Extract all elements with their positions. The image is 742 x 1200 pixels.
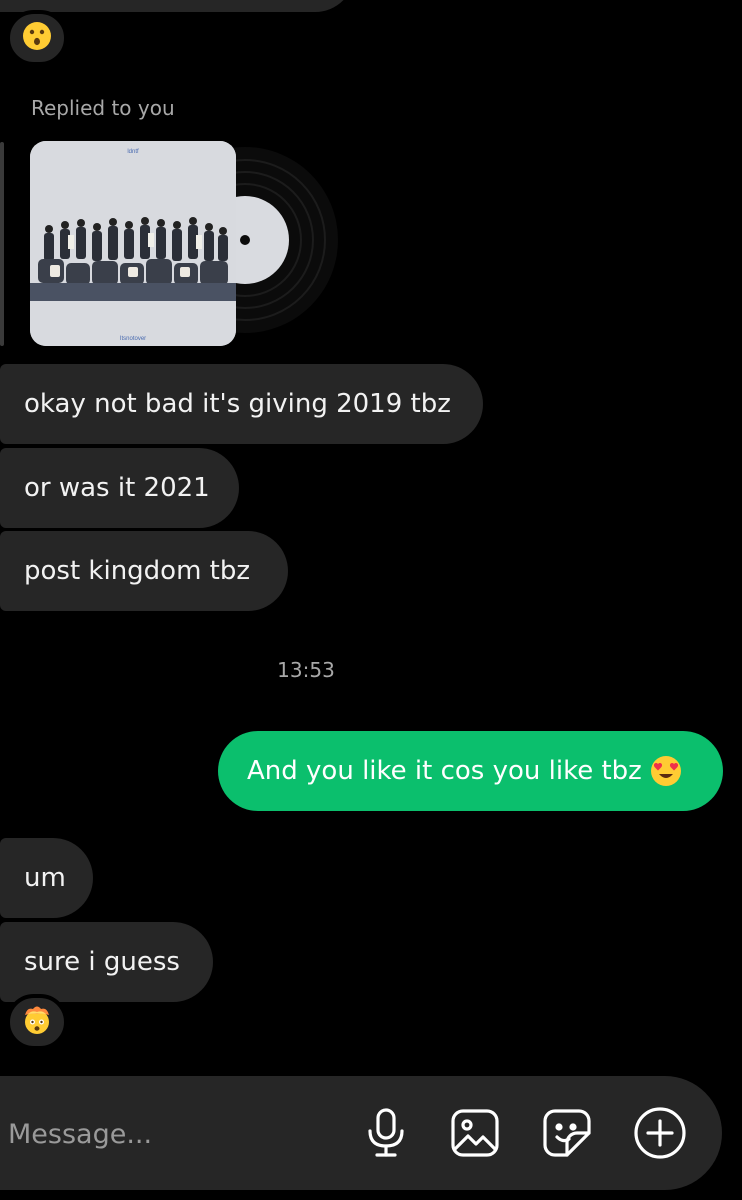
reply-indicator-bar	[0, 142, 4, 346]
previous-message-bubble[interactable]	[0, 0, 355, 12]
hushed-face-emoji-icon	[22, 21, 52, 55]
heart-eyes-emoji-icon	[650, 755, 682, 787]
message-bubble[interactable]: post kingdom tbz	[0, 531, 288, 611]
message-bubble[interactable]: okay not bad it's giving 2019 tbz	[0, 364, 483, 444]
message-composer	[0, 1076, 722, 1190]
message-text: um	[24, 863, 66, 893]
message-reaction[interactable]	[6, 994, 68, 1050]
album-bottom-text: Itsnotover	[120, 336, 146, 342]
reply-label: Replied to you	[31, 96, 175, 120]
album-top-text: ldntf	[127, 149, 139, 155]
sticker-icon[interactable]	[538, 1104, 596, 1162]
message-input[interactable]	[6, 1106, 340, 1162]
exploding-head-emoji-icon	[22, 1005, 52, 1039]
message-text: or was it 2021	[24, 473, 210, 503]
message-text: post kingdom tbz	[24, 556, 251, 586]
message-bubble[interactable]: or was it 2021	[0, 448, 239, 528]
message-text: sure i guess	[24, 947, 180, 977]
message-bubble[interactable]: sure i guess	[0, 922, 213, 1002]
message-timestamp: 13:53	[277, 658, 335, 682]
gallery-icon[interactable]	[446, 1104, 504, 1162]
microphone-icon[interactable]	[357, 1104, 415, 1162]
message-bubble[interactable]: um	[0, 838, 93, 918]
message-text: And you like it cos you like tbz	[247, 756, 642, 786]
sent-message-bubble[interactable]: And you like it cos you like tbz	[218, 731, 723, 811]
shared-album-cover[interactable]: ldntf Itsnotover	[30, 141, 236, 346]
message-reaction[interactable]	[6, 10, 68, 66]
add-icon[interactable]	[631, 1104, 689, 1162]
message-text: okay not bad it's giving 2019 tbz	[24, 389, 451, 419]
